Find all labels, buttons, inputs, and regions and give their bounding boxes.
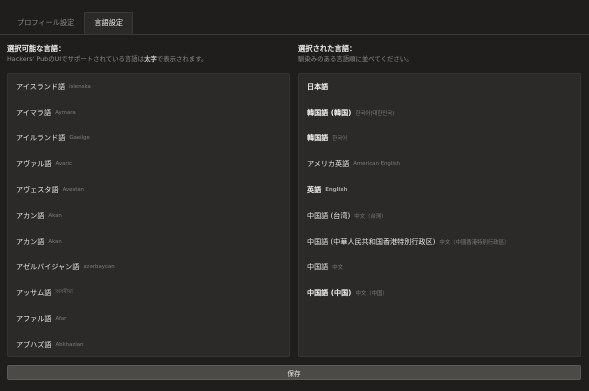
language-native-name: Akan <box>48 238 62 245</box>
language-name: アヴァル語 <box>16 159 52 169</box>
desc-text-end: で表示されます。 <box>156 55 208 63</box>
list-item[interactable]: アファル語 Afar <box>8 306 289 332</box>
language-name: 日本語 <box>307 81 329 91</box>
language-native-name: 中文 <box>332 265 344 272</box>
selected-languages-description: 馴染みのある言語順に並べてください。 <box>298 55 413 63</box>
language-native-name: English <box>325 187 348 194</box>
language-name: 英語 <box>307 185 322 195</box>
language-name: アファル語 <box>16 314 52 324</box>
language-name: アイスランド語 <box>16 81 66 91</box>
language-native-name: Avaric <box>55 161 73 168</box>
language-name: アカン語 <box>16 236 45 246</box>
list-item[interactable]: アヴェスタ語 Avestan <box>8 177 289 203</box>
language-native-name: 中文（台灣） <box>354 213 387 220</box>
language-native-name: 한국어 <box>332 136 348 143</box>
language-name: 韓国語 <box>307 133 329 143</box>
language-native-name: অসমীয়া <box>55 289 73 296</box>
language-name: アッサム語 <box>16 288 52 298</box>
language-name: アブハズ語 <box>16 339 52 349</box>
language-name: 中国語 <box>307 262 329 272</box>
available-languages-header: 選択可能な言語： Hackers' PubのUIでサポートされている言語は太字で… <box>7 44 207 64</box>
language-name: アイマラ語 <box>16 107 52 117</box>
selected-languages-header: 選択された言語： 馴染みのある言語順に並べてください。 <box>298 44 413 64</box>
available-languages-title: 選択可能な言語： <box>7 44 66 53</box>
language-native-name: azərbaycan <box>83 264 115 271</box>
list-item[interactable]: アカン語 Akan <box>8 203 289 229</box>
list-item[interactable]: 中国語 (台湾) 中文（台灣） <box>299 203 580 229</box>
language-native-name: 中文（中國香港特別行政區） <box>439 239 510 246</box>
desc-text: Hackers' PubのUIでサポートされている言語は <box>7 55 145 63</box>
language-native-name: Akan <box>48 212 62 219</box>
language-native-name: Afar <box>55 316 67 323</box>
language-native-name: 中文（中国） <box>355 291 388 298</box>
language-name: 中国語 (台湾) <box>307 210 351 220</box>
language-native-name: 한국어(대한민국) <box>355 110 395 117</box>
language-native-name: íslenska <box>69 83 91 90</box>
list-item[interactable]: アッサム語 অসমীয়া <box>8 280 289 306</box>
save-button[interactable]: 保存 <box>7 365 581 380</box>
tab-divider <box>0 34 589 35</box>
language-name: アイルランド語 <box>16 133 66 143</box>
list-item[interactable]: アカン語 Akan <box>8 229 289 255</box>
language-native-name: Aymara <box>55 109 76 116</box>
language-native-name: American English <box>353 161 401 168</box>
available-languages-description: Hackers' PubのUIでサポートされている言語は太字で表示されます。 <box>7 54 207 64</box>
list-item[interactable]: アイマラ語 Aymara <box>8 100 289 126</box>
selected-languages-title: 選択された言語： <box>298 44 357 53</box>
language-name: アカン語 <box>16 210 45 220</box>
language-name: アゼルバイジャン語 <box>16 262 80 272</box>
available-languages-list[interactable]: アイスランド語 íslenska アイマラ語 Aymara アイルランド語 Gaeil… <box>7 73 290 357</box>
list-item[interactable]: アヴァル語 Avaric <box>8 151 289 177</box>
selected-languages-list[interactable]: 日本語 韓国語 (韓国) 한국어(대한민국) 韓国語 한국어 アメリカ英語 Ameri… <box>298 73 581 357</box>
language-native-name: Abkhazian <box>55 341 84 348</box>
settings-tabs: プロフィール設定 言語設定 <box>7 12 134 34</box>
list-item[interactable]: アイルランド語 Gaeilge <box>8 126 289 152</box>
list-item[interactable]: 中国語 中文 <box>299 255 580 281</box>
language-name: アヴェスタ語 <box>16 185 59 195</box>
language-name: 中国語 (中華人民共和国香港特別行政区) <box>307 236 436 246</box>
tab-profile-settings[interactable]: プロフィール設定 <box>7 12 84 34</box>
desc-bold-text: 太字 <box>144 55 157 63</box>
list-item[interactable]: アブハズ語 Abkhazian <box>8 332 289 356</box>
language-native-name: Gaeilge <box>69 135 90 142</box>
list-item[interactable]: アメリカ英語 American English <box>299 151 580 177</box>
list-item[interactable]: 日本語 <box>299 74 580 100</box>
list-item[interactable]: 中国語 (中華人民共和国香港特別行政区) 中文（中國香港特別行政區） <box>299 229 580 255</box>
tab-language-settings[interactable]: 言語設定 <box>84 12 134 34</box>
language-native-name: Avestan <box>62 187 85 194</box>
language-name: 韓国語 (韓国) <box>307 107 352 117</box>
list-item[interactable]: 韓国語 한국어 <box>299 126 580 152</box>
language-name: 中国語 (中国) <box>307 288 352 298</box>
list-item[interactable]: 英語 English <box>299 177 580 203</box>
list-item[interactable]: 中国語 (中国) 中文（中国） <box>299 280 580 306</box>
list-item[interactable]: アゼルバイジャン語 azərbaycan <box>8 255 289 281</box>
language-name: アメリカ英語 <box>307 159 350 169</box>
list-item[interactable]: 韓国語 (韓国) 한국어(대한민국) <box>299 100 580 126</box>
list-item[interactable]: アイスランド語 íslenska <box>8 74 289 100</box>
